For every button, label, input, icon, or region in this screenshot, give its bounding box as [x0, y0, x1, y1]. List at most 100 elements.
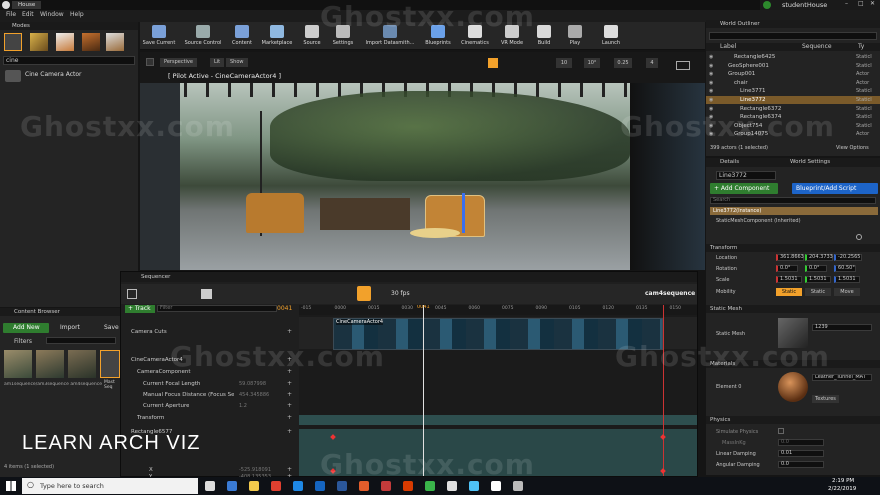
- sequencer-track[interactable]: Current Focal Length 59.087998 +: [121, 380, 297, 388]
- add-new-button[interactable]: Add New: [3, 323, 49, 333]
- simulate-physics-checkbox[interactable]: [778, 428, 784, 434]
- time-ruler[interactable]: -015 0000 0015 0030 0045 0060 0075 0090 0105 0120…: [299, 305, 697, 315]
- toolbar-cinematics-button[interactable]: Cinematics: [458, 22, 492, 50]
- scale-y[interactable]: 1.5031: [805, 276, 831, 283]
- playhead-line[interactable]: [423, 305, 424, 476]
- actor-name-field[interactable]: Line3772: [716, 171, 776, 180]
- add-key-icon[interactable]: +: [287, 380, 292, 388]
- mass-field[interactable]: 0.0: [778, 439, 824, 446]
- level-tab[interactable]: House: [12, 1, 42, 9]
- end-marker[interactable]: [663, 305, 664, 476]
- visibility-eye-icon[interactable]: ◉: [709, 122, 713, 130]
- instance-row[interactable]: Line3772(Instance): [710, 207, 878, 215]
- mobility-movable-button[interactable]: Move: [834, 288, 860, 296]
- angular-damping-field[interactable]: 0.0: [778, 461, 824, 468]
- close-icon[interactable]: ✕: [870, 0, 875, 7]
- outliner-row[interactable]: ◉ GeoSphere001 StaticI: [706, 62, 880, 70]
- rotation-y[interactable]: 0.0°: [805, 265, 827, 272]
- mail-icon[interactable]: [315, 481, 325, 491]
- rotation-z[interactable]: 60.50°: [834, 265, 856, 272]
- transform-section-header[interactable]: Transform: [706, 244, 880, 252]
- vlc-icon[interactable]: [469, 481, 479, 491]
- outliner-row[interactable]: ◉ Object754 StaticI: [706, 122, 880, 130]
- add-key-icon[interactable]: +: [287, 428, 292, 436]
- track-value[interactable]: 454.345886: [239, 391, 269, 399]
- minimize-icon[interactable]: –: [845, 0, 848, 7]
- content-search-input[interactable]: [46, 337, 116, 344]
- save-sequence-icon[interactable]: [127, 289, 137, 299]
- playhead-label[interactable]: 0041: [417, 305, 430, 310]
- filters-button[interactable]: Filters: [14, 338, 32, 345]
- import-button[interactable]: Import: [60, 324, 80, 331]
- scale-x[interactable]: 1.5031: [776, 276, 802, 283]
- chrome-icon[interactable]: [271, 481, 281, 491]
- outliner-tab[interactable]: World Outliner: [706, 20, 880, 28]
- track-filter-input[interactable]: Filter: [157, 305, 277, 312]
- visibility-eye-icon[interactable]: ◉: [709, 70, 713, 78]
- transform-mode-icon[interactable]: [488, 58, 498, 68]
- col-type[interactable]: Ty: [858, 43, 864, 50]
- mode-paint-icon[interactable]: [30, 33, 48, 51]
- mode-place-icon[interactable]: [4, 33, 22, 51]
- add-track-button[interactable]: + Track: [125, 305, 155, 313]
- outliner-row[interactable]: ◉ Group14075 Actor: [706, 130, 880, 138]
- track-value[interactable]: 59.087998: [239, 380, 266, 388]
- toolbar-blueprints-button[interactable]: Blueprints: [424, 22, 452, 50]
- toolbar-save-current-button[interactable]: Save Current: [142, 22, 176, 50]
- toolbar-marketplace-button[interactable]: Marketplace: [260, 22, 294, 50]
- mobility-static-button[interactable]: Static: [776, 288, 802, 296]
- visibility-eye-icon[interactable]: ◉: [709, 113, 713, 121]
- material-dropdown[interactable]: Leather_Tunnel_MAT: [812, 374, 872, 381]
- clock-time[interactable]: 2:19 PM: [832, 478, 854, 484]
- sequencer-track[interactable]: Current Aperture 1.2 +: [121, 402, 297, 410]
- save-button[interactable]: Save: [104, 324, 119, 331]
- unreal-icon[interactable]: [491, 481, 501, 491]
- toolbar-content-button[interactable]: Content: [230, 22, 254, 50]
- visibility-eye-icon[interactable]: ◉: [709, 62, 713, 70]
- snap-toggle-icon[interactable]: [357, 286, 371, 301]
- snap-scale-value[interactable]: 0.25: [614, 58, 632, 68]
- toolbar-build-button[interactable]: Build: [532, 22, 556, 50]
- col-sequence[interactable]: Sequence: [802, 43, 832, 50]
- lit-button[interactable]: Lit: [210, 58, 225, 67]
- sequencer-track[interactable]: Transform +: [121, 414, 297, 422]
- asset-thumbnail-selected[interactable]: [100, 350, 120, 378]
- current-frame-field[interactable]: 0041: [277, 305, 292, 312]
- visibility-eye-icon[interactable]: ◉: [709, 105, 713, 113]
- toolbar-source-button[interactable]: Source: [300, 22, 324, 50]
- sequencer-track[interactable]: CameraComponent +: [121, 368, 297, 376]
- explorer-icon[interactable]: [513, 481, 523, 491]
- modes-search-input[interactable]: cine: [3, 56, 135, 65]
- mobility-stationary-button[interactable]: Static: [805, 288, 831, 296]
- asset-thumbnail-2[interactable]: [36, 350, 64, 378]
- start-button-icon[interactable]: [6, 481, 16, 491]
- maximize-viewport-icon[interactable]: [676, 61, 690, 70]
- physics-section-header[interactable]: Physics: [706, 416, 880, 424]
- view-options[interactable]: View Options: [836, 145, 869, 151]
- sequencer-tab[interactable]: Sequencer: [121, 272, 697, 282]
- maximize-icon[interactable]: □: [858, 0, 864, 7]
- snap-rotate-value[interactable]: 10°: [584, 58, 600, 68]
- component-row[interactable]: StaticMeshComponent (Inherited): [716, 218, 801, 224]
- level-viewport[interactable]: Perspective Lit Show [ Pilot Active - Ci…: [140, 52, 705, 270]
- details-tab[interactable]: Details: [720, 158, 739, 166]
- outliner-row[interactable]: ◉ chair Actor: [706, 79, 880, 87]
- textures-button[interactable]: Textures: [812, 395, 839, 403]
- outliner-row[interactable]: ◉ Rectangle6425 StaticI: [706, 53, 880, 61]
- location-z[interactable]: -20.2565: [834, 254, 862, 261]
- add-key-icon[interactable]: +: [287, 328, 292, 336]
- menu-edit[interactable]: Edit: [22, 11, 34, 18]
- edge-icon[interactable]: [227, 481, 237, 491]
- camera-speed-value[interactable]: 4: [646, 58, 658, 68]
- media-icon[interactable]: [447, 481, 457, 491]
- details-search-input[interactable]: Search: [710, 197, 876, 204]
- location-x[interactable]: 361.8663: [776, 254, 804, 261]
- cine-camera-result[interactable]: Cine Camera Actor: [3, 68, 135, 82]
- linear-damping-field[interactable]: 0.01: [778, 450, 824, 457]
- file-explorer-icon[interactable]: [249, 481, 259, 491]
- outliner-row[interactable]: ◉ Line3772 StaticI: [706, 96, 880, 104]
- material-thumbnail[interactable]: [778, 372, 808, 402]
- store-icon[interactable]: [293, 481, 303, 491]
- visibility-eye-icon[interactable]: ◉: [709, 130, 713, 138]
- 3dsmax-icon[interactable]: [381, 481, 391, 491]
